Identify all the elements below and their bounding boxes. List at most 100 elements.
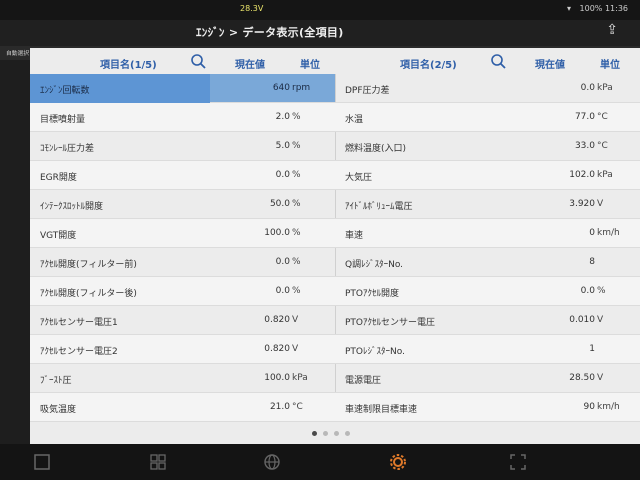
page-indicator	[312, 431, 350, 436]
voltage-indicator: 28.3V	[240, 4, 264, 13]
item-value: 100.0	[264, 373, 290, 383]
column-value-header: 現在値	[235, 60, 265, 71]
data-row[interactable]: Q調ﾚｼﾞｽﾀｰNo. 8	[335, 248, 640, 277]
item-name: EGR開度	[40, 173, 77, 183]
data-row[interactable]: EGR開度 0.0%	[30, 161, 335, 190]
data-row[interactable]: PTOｱｸｾﾙ開度 0.0%	[335, 277, 640, 306]
data-row[interactable]: ｱｸｾﾙ開度(フィルター後) 0.0%	[30, 277, 335, 306]
data-panel: 項目名(1/5) 現在値 単位 項目名(2/5) 現在値 単位 ｴﾝｼﾞﾝ回転数…	[30, 48, 640, 444]
data-row[interactable]: ｱｲﾄﾞﾙﾎﾞﾘｭｰﾑ電圧 3.920 V	[335, 190, 640, 219]
item-name: ｱｸｾﾙ開度(フィルター後)	[40, 289, 137, 299]
data-row[interactable]: 電源電圧 28.50 V	[335, 364, 640, 393]
bottom-nav	[0, 444, 640, 480]
column-unit-header: 単位	[600, 60, 620, 71]
status-bar: 28.3V ▾ 100% 11:36	[0, 0, 640, 20]
item-value: 3.920	[569, 199, 595, 209]
back-icon[interactable]	[32, 452, 52, 472]
item-unit: %	[292, 286, 301, 296]
page-dot[interactable]	[334, 431, 339, 436]
item-unit: %	[292, 141, 301, 151]
item-value: 0.0	[275, 286, 290, 296]
item-value: 640	[272, 83, 290, 93]
item-name: ｱｲﾄﾞﾙﾎﾞﾘｭｰﾑ電圧	[345, 202, 413, 212]
data-row[interactable]: ｱｸｾﾙセンサー電圧1 0.820 V	[30, 306, 335, 335]
data-row[interactable]: ｱｸｾﾙセンサー電圧2 0.820 V	[30, 335, 335, 364]
data-row[interactable]: ｱｸｾﾙ開度(フィルター前) 0.0%	[30, 248, 335, 277]
data-row[interactable]: PTOﾚｼﾞｽﾀｰNo. 1	[335, 335, 640, 364]
item-unit: kPa	[292, 373, 308, 383]
data-row[interactable]: 車速 0 km/h	[335, 219, 640, 248]
grid-icon[interactable]	[148, 452, 168, 472]
search-icon[interactable]	[490, 53, 506, 69]
data-row[interactable]: 水温 77.0 °C	[335, 103, 640, 132]
item-name: 車速制限目標車速	[345, 405, 418, 415]
item-name: ｱｸｾﾙセンサー電圧1	[40, 318, 118, 328]
item-name: ﾌﾞｰｽﾄ圧	[40, 376, 72, 386]
item-value: 8	[589, 257, 595, 267]
data-row[interactable]: ｺﾓﾝﾚｰﾙ圧力差 5.0%	[30, 132, 335, 161]
wifi-icon: ▾	[566, 4, 571, 13]
search-icon[interactable]	[190, 53, 206, 69]
item-unit: V	[292, 315, 299, 325]
item-value: 0.820	[264, 344, 290, 354]
page-dot[interactable]	[323, 431, 328, 436]
item-unit: °C	[292, 402, 303, 412]
item-unit: %	[292, 257, 301, 267]
column-item-header: 項目名(1/5)	[100, 60, 157, 71]
item-name: 車速	[345, 231, 364, 241]
left-data-column: ｴﾝｼﾞﾝ回転数 640 rpm 目標噴射量 2.0% ｺﾓﾝﾚｰﾙ圧力差 5.0% EGR開…	[30, 74, 335, 422]
page-dot[interactable]	[345, 431, 350, 436]
data-row[interactable]: 燃料温度(入口) 33.0 °C	[335, 132, 640, 161]
item-name: ｴﾝｼﾞﾝ回転数	[40, 86, 90, 96]
data-row[interactable]: PTOｱｸｾﾙセンサー電圧 0.010 V	[335, 306, 640, 335]
item-value: 100.0	[264, 228, 290, 238]
item-name: DPF圧力差	[345, 86, 390, 96]
item-unit: %	[292, 199, 301, 209]
item-value: 2.0	[275, 112, 290, 122]
item-name: ｱｸｾﾙセンサー電圧2	[40, 347, 118, 357]
column-item-header: 項目名(2/5)	[400, 60, 457, 71]
data-row[interactable]: ｴﾝｼﾞﾝ回転数 640 rpm	[30, 74, 335, 103]
data-row[interactable]: ﾌﾞｰｽﾄ圧 100.0 kPa	[30, 364, 335, 393]
item-name: 吸気温度	[40, 405, 77, 415]
item-name: 電源電圧	[345, 376, 382, 386]
item-unit: %	[597, 286, 606, 296]
item-value: 0.0	[580, 286, 595, 296]
item-unit: V	[597, 315, 604, 325]
data-row[interactable]: ｲﾝﾃｰｸｽﾛｯﾄﾙ開度 50.0%	[30, 190, 335, 219]
data-row[interactable]: 車速制限目標車速 90 km/h	[335, 393, 640, 422]
data-row[interactable]: 大気圧 102.0 kPa	[335, 161, 640, 190]
item-value: 33.0	[574, 141, 595, 151]
item-unit: V	[597, 373, 604, 383]
item-value: 0.820	[264, 315, 290, 325]
item-unit: rpm	[292, 83, 311, 93]
item-value: 0.0	[580, 83, 595, 93]
item-unit: km/h	[597, 228, 620, 238]
item-name: VGT開度	[40, 231, 77, 241]
item-value: 5.0	[275, 141, 290, 151]
page-title: ｴﾝｼﾞﾝ > データ表示(全項目)	[196, 26, 344, 39]
item-unit: km/h	[597, 402, 620, 412]
item-unit: °C	[597, 112, 608, 122]
gear-icon[interactable]	[388, 452, 408, 472]
item-value: 77.0	[574, 112, 595, 122]
share-icon[interactable]: ⇪	[606, 22, 618, 38]
item-value: 90	[583, 402, 595, 412]
item-name: Q調ﾚｼﾞｽﾀｰNo.	[345, 260, 404, 270]
data-row[interactable]: 吸気温度 21.0 °C	[30, 393, 335, 422]
item-unit: V	[292, 344, 299, 354]
data-row[interactable]: 目標噴射量 2.0%	[30, 103, 335, 132]
data-row[interactable]: VGT開度 100.0%	[30, 219, 335, 248]
breadcrumb-item[interactable]: 自動選択	[6, 51, 29, 57]
scan-icon[interactable]	[508, 452, 528, 472]
data-row[interactable]: DPF圧力差 0.0 kPa	[335, 74, 640, 103]
item-unit: kPa	[597, 83, 613, 93]
item-value: 1	[589, 344, 595, 354]
globe-icon[interactable]	[262, 452, 282, 472]
column-value-header: 現在値	[535, 60, 565, 71]
item-value: 0	[589, 228, 595, 238]
title-bar: ｴﾝｼﾞﾝ > データ表示(全項目) ⇪	[0, 20, 640, 46]
item-unit: °C	[597, 141, 608, 151]
page-dot[interactable]	[312, 431, 317, 436]
right-data-column: DPF圧力差 0.0 kPa 水温 77.0 °C 燃料温度(入口) 33.0 °C 大気圧 102…	[335, 74, 640, 422]
